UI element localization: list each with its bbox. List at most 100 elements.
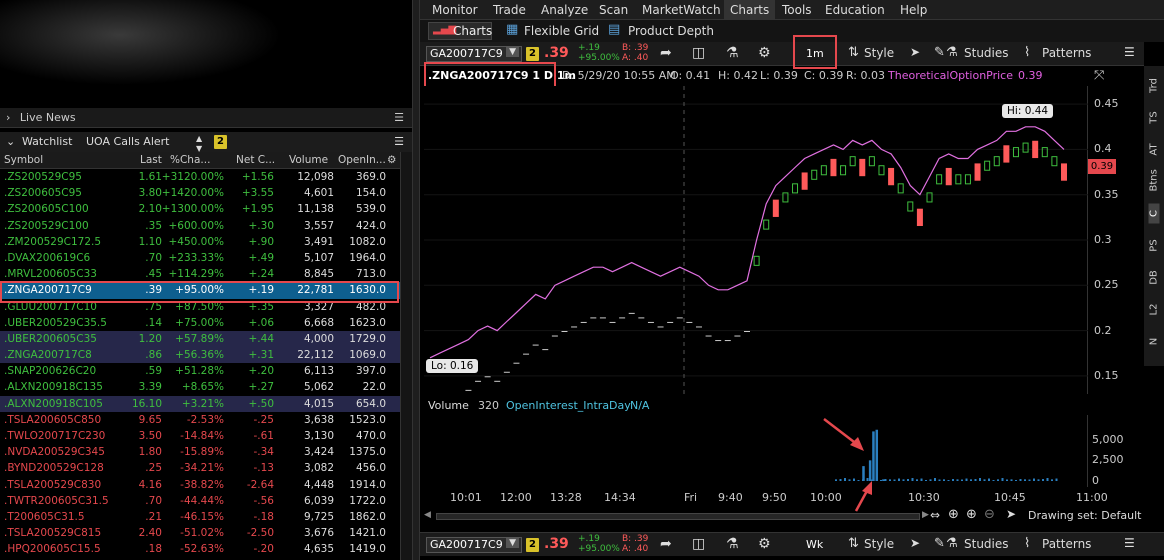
spinner-icon[interactable]: ▲ ▼: [196, 134, 202, 154]
drawing-icon[interactable]: ✎: [934, 45, 945, 60]
flask-icon[interactable]: ⚗: [946, 45, 958, 60]
style-button[interactable]: Style: [864, 537, 894, 551]
table-row[interactable]: .ZS200605C100 2.10 +1300.00% +1.95 11,138 539…: [0, 201, 400, 217]
link-badge[interactable]: 2: [214, 135, 227, 149]
table-row[interactable]: .ZS200529C95 1.61 +3120.00% +1.56 12,098 369.…: [0, 169, 400, 185]
style-icon[interactable]: ⇅: [848, 45, 859, 60]
chevron-down-icon[interactable]: ▼: [506, 538, 519, 548]
scroll-right-icon[interactable]: ▶: [922, 510, 929, 520]
gear-icon[interactable]: ⚙: [387, 154, 396, 166]
table-row[interactable]: .ZS200605C95 3.80 +1420.00% +3.55 4,601 154.0: [0, 185, 400, 201]
side-tab[interactable]: L2: [1149, 300, 1160, 320]
menu-charts[interactable]: Charts: [724, 0, 776, 20]
symbol-input[interactable]: GA200717C9 ▼: [426, 46, 522, 62]
chevron-down-icon[interactable]: ▼: [506, 47, 519, 57]
patterns-button[interactable]: Patterns: [1042, 46, 1091, 60]
table-row[interactable]: .MRVL200605C33 .45 +114.29% +.24 8,845 713.0: [0, 266, 400, 282]
cursor-icon[interactable]: ➤: [910, 536, 920, 550]
interval-button[interactable]: Wk: [806, 538, 823, 551]
side-tab[interactable]: AT: [1149, 140, 1160, 160]
menu-education[interactable]: Education: [825, 3, 885, 17]
patterns-icon[interactable]: ⌇: [1024, 45, 1030, 60]
table-row[interactable]: .SNAP200626C20 .59 +51.28% +.20 6,113 397.0: [0, 363, 400, 379]
drawing-set-label[interactable]: Drawing set: Default: [1028, 509, 1141, 522]
table-row[interactable]: .TWTR200605C31.5 .70 -44.44% -.56 6,039 1722.…: [0, 493, 400, 509]
pan-icon[interactable]: ⊕: [948, 507, 959, 522]
style-icon[interactable]: ⇅: [848, 536, 859, 551]
watchlist-scrollbar[interactable]: [400, 152, 412, 560]
table-row[interactable]: .UBER200529C35.5 .14 +75.00% +.06 6,668 1623.…: [0, 315, 400, 331]
menu-tools[interactable]: Tools: [782, 3, 812, 17]
menu-scan[interactable]: Scan: [599, 3, 628, 17]
table-row[interactable]: .TSLA200529C815 2.40 -51.02% -2.50 3,676 1421…: [0, 525, 400, 541]
style-button[interactable]: Style: [864, 46, 894, 60]
symbol-input[interactable]: GA200717C9 ▼: [426, 537, 522, 553]
table-row[interactable]: .TSLA200605C850 9.65 -2.53% -.25 3,638 1523.0: [0, 412, 400, 428]
patterns-button[interactable]: Patterns: [1042, 537, 1091, 551]
table-row[interactable]: .DVAX200619C6 .70 +233.33% +.49 5,107 1964.0: [0, 250, 400, 266]
drawing-icon[interactable]: ✎: [934, 536, 945, 551]
share-icon[interactable]: ➦: [660, 536, 672, 552]
side-tab[interactable]: N: [1149, 332, 1160, 352]
table-row[interactable]: .NVDA200529C345 1.80 -15.89% -.34 3,424 1375.…: [0, 444, 400, 460]
col-open-interest[interactable]: OpenIn...: [338, 154, 386, 166]
link-badge[interactable]: 2: [526, 538, 539, 552]
depth-icon[interactable]: ▤: [608, 22, 620, 37]
flask-icon[interactable]: ⚗: [946, 536, 958, 551]
side-tab[interactable]: Btns: [1149, 169, 1160, 191]
tab-product-depth[interactable]: Product Depth: [628, 24, 714, 38]
cursor-icon[interactable]: ➤: [1006, 507, 1016, 521]
col-last[interactable]: Last: [140, 154, 162, 166]
col-net-change[interactable]: Net C...: [236, 154, 275, 166]
menu-marketwatch[interactable]: MarketWatch: [642, 3, 721, 17]
col-pct-change[interactable]: %Cha...: [170, 154, 210, 166]
studies-button[interactable]: Studies: [964, 46, 1009, 60]
table-row[interactable]: .T200605C31.5 .21 -46.15% -.18 9,725 1862.0: [0, 509, 400, 525]
menu-monitor[interactable]: Monitor: [432, 3, 478, 17]
table-row[interactable]: .ZNGA200717C8 .86 +56.36% +.31 22,112 1069.0: [0, 347, 400, 364]
gear-icon[interactable]: ⚙: [758, 536, 771, 552]
live-news-header[interactable]: › Live News ☰: [0, 108, 412, 128]
menu-analyze[interactable]: Analyze: [541, 3, 588, 17]
flask-icon[interactable]: ⚗: [726, 536, 739, 552]
side-tab[interactable]: C: [1148, 203, 1160, 224]
side-tab[interactable]: PS: [1149, 236, 1160, 256]
panel-divider[interactable]: [412, 0, 420, 560]
watchlist-name-select[interactable]: UOA Calls Alert: [86, 132, 169, 152]
col-volume[interactable]: Volume: [289, 154, 328, 166]
crosshair-icon[interactable]: ⤧: [1094, 68, 1104, 83]
expand-icon[interactable]: ⇔: [930, 508, 940, 522]
patterns-icon[interactable]: ⌇: [1024, 536, 1030, 551]
table-row[interactable]: .ALXN200918C135 3.39 +8.65% +.27 5,062 22.0: [0, 379, 400, 395]
menu-icon[interactable]: ☰: [394, 108, 404, 128]
menu-icon[interactable]: ☰: [1124, 536, 1135, 550]
menu-icon[interactable]: ☰: [1124, 45, 1135, 59]
gear-icon[interactable]: ⚙: [758, 45, 771, 61]
cursor-icon[interactable]: ➤: [910, 45, 920, 59]
table-row[interactable]: .ZM200529C172.5 1.10 +450.00% +.90 3,491 1082…: [0, 234, 400, 250]
side-tab[interactable]: TS: [1149, 108, 1160, 128]
volume-chart[interactable]: [424, 415, 1088, 487]
menu-icon[interactable]: ☰: [394, 132, 404, 152]
side-tab[interactable]: DB: [1149, 268, 1160, 288]
col-symbol[interactable]: Symbol: [4, 154, 43, 166]
menu-trade[interactable]: Trade: [493, 3, 526, 17]
zoom-in-icon[interactable]: ⊕: [966, 507, 977, 522]
tab-charts[interactable]: ▂▄▆ Charts: [428, 22, 492, 40]
scroll-left-icon[interactable]: ◀: [424, 510, 431, 520]
table-row[interactable]: .HPQ200605C15.5 .18 -52.63% -.20 4,635 1419.0: [0, 541, 400, 557]
studies-button[interactable]: Studies: [964, 537, 1009, 551]
calendar-icon[interactable]: ◫: [692, 45, 705, 61]
table-row[interactable]: .BYND200529C128 .25 -34.21% -.13 3,082 456.0: [0, 460, 400, 476]
table-row[interactable]: .TWLO200717C230 3.50 -14.84% -.61 3,130 470.0: [0, 428, 400, 444]
chevron-down-icon[interactable]: ⌄: [6, 132, 15, 152]
menu-help[interactable]: Help: [900, 3, 927, 17]
tab-flexible-grid[interactable]: Flexible Grid: [524, 24, 599, 38]
table-row[interactable]: .TSLA200529C830 4.16 -38.82% -2.64 4,448 1914…: [0, 477, 400, 493]
grid-icon[interactable]: ▦: [506, 22, 518, 37]
price-chart[interactable]: Hi: 0.44 Lo: 0.16: [424, 86, 1088, 409]
table-row[interactable]: .ZS200529C100 .35 +600.00% +.30 3,557 424.0: [0, 218, 400, 234]
zoom-out-icon[interactable]: ⊖: [984, 507, 995, 522]
table-row[interactable]: .UBER200605C35 1.20 +57.89% +.44 4,000 1729.0: [0, 330, 400, 348]
calendar-icon[interactable]: ◫: [692, 536, 705, 552]
